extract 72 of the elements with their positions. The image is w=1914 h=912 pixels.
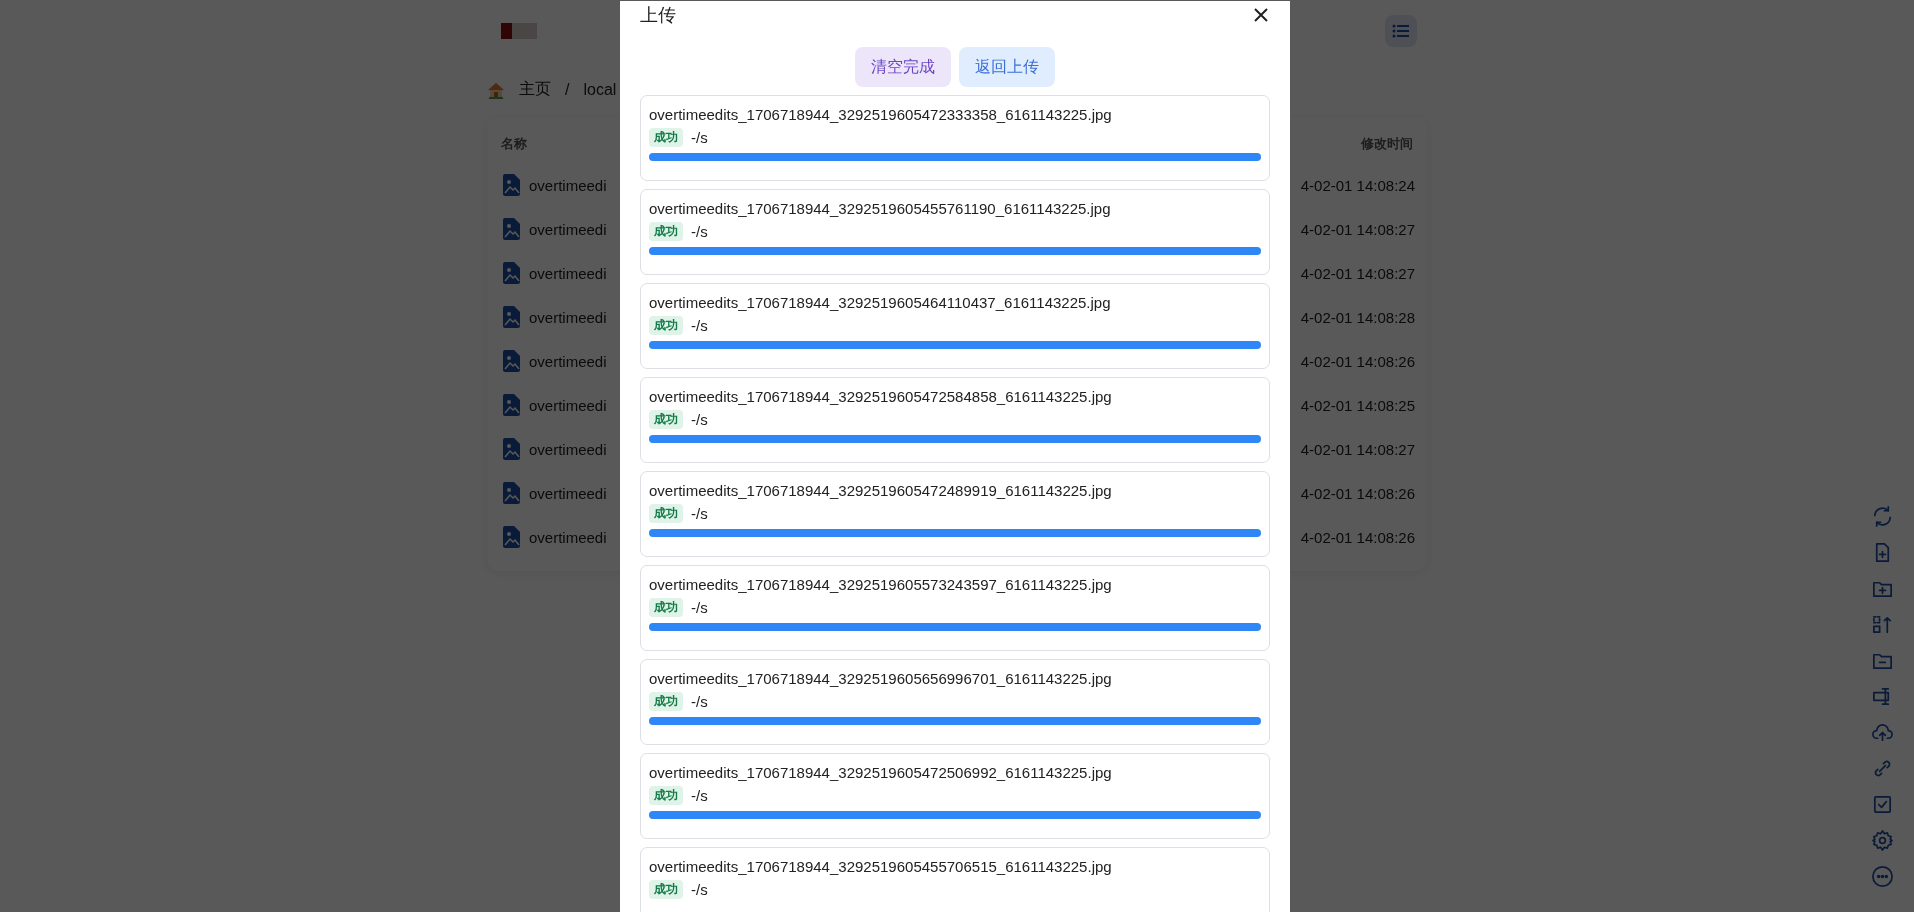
list-view-button[interactable] <box>1385 15 1417 47</box>
modified-time: 4-02-01 14:08:27 <box>1300 440 1415 458</box>
settings-icon[interactable] <box>1871 829 1894 852</box>
status-tag: 成功 <box>649 128 683 147</box>
upload-file-name: overtimeedits_1706718944_3292519605472584858_6161143225.jpg <box>649 388 1113 405</box>
status-tag: 成功 <box>649 504 683 523</box>
file-name[interactable]: overtimeedi <box>529 352 607 370</box>
status-tag: 成功 <box>649 598 683 617</box>
file-name[interactable]: overtimeedi <box>529 440 607 458</box>
modified-time: 4-02-01 14:08:26 <box>1300 484 1415 502</box>
file-name[interactable]: overtimeedi <box>529 528 607 546</box>
dialog-title: 上传 <box>640 4 676 27</box>
column-header: 名称 <box>501 135 527 153</box>
back-to-upload-button[interactable]: 返回上传 <box>959 47 1055 87</box>
file-name[interactable]: overtimeedi <box>529 396 607 414</box>
modified-time: 4-02-01 14:08:27 <box>1300 264 1415 282</box>
file-name[interactable]: overtimeedi <box>529 308 607 326</box>
upload-speed: -/s <box>691 411 708 428</box>
clear-completed-button[interactable]: 清空完成 <box>855 47 951 87</box>
upload-speed: -/s <box>691 505 708 522</box>
modified-time: 4-02-01 14:08:26 <box>1300 528 1415 546</box>
status-tag: 成功 <box>649 410 683 429</box>
upload-file-name: overtimeedits_1706718944_3292519605464110437_6161143225.jpg <box>649 294 1112 311</box>
upload-file-name: overtimeedits_1706718944_3292519605472506992_6161143225.jpg <box>649 764 1113 781</box>
image-file-icon <box>501 482 521 504</box>
home-icon <box>487 80 505 99</box>
file-name[interactable]: overtimeedi <box>529 264 607 282</box>
upload-file-name: overtimeedits_1706718944_3292519605656996701_6161143225.jpg <box>649 670 1113 687</box>
upload-file-name: overtimeedits_1706718944_3292519605455706515_6161143225.jpg <box>649 858 1113 875</box>
image-file-icon <box>501 218 521 240</box>
upload-file-name: overtimeedits_1706718944_3292519605455761190_6161143225.jpg <box>649 200 1112 217</box>
modified-time: 4-02-01 14:08:24 <box>1300 176 1415 194</box>
upload-speed: -/s <box>691 881 708 898</box>
cloud-upload-icon[interactable] <box>1871 721 1894 744</box>
file-name[interactable]: overtimeedi <box>529 484 607 502</box>
column-header: 修改时间 <box>1361 135 1413 153</box>
refresh-icon[interactable] <box>1871 505 1894 528</box>
status-tag: 成功 <box>649 222 683 241</box>
file-name[interactable]: overtimeedi <box>529 220 607 238</box>
image-file-icon <box>501 174 521 196</box>
status-tag: 成功 <box>649 692 683 711</box>
image-file-icon <box>501 394 521 416</box>
image-file-icon <box>501 306 521 328</box>
upload-file-name: overtimeedits_1706718944_3292519605472489919_6161143225.jpg <box>649 482 1113 499</box>
image-file-icon <box>501 262 521 284</box>
close-button[interactable] <box>1254 7 1270 23</box>
upload-speed: -/s <box>691 599 708 616</box>
upload-speed: -/s <box>691 317 708 334</box>
status-tag: 成功 <box>649 880 683 899</box>
status-tag: 成功 <box>649 316 683 335</box>
image-file-icon <box>501 350 521 372</box>
breadcrumb-separator: / <box>565 80 570 99</box>
status-tag: 成功 <box>649 786 683 805</box>
breadcrumb-link[interactable]: 主页 <box>519 79 551 100</box>
upload-speed: -/s <box>691 223 708 240</box>
image-file-icon <box>501 438 521 460</box>
modified-time: 4-02-01 14:08:28 <box>1300 308 1415 326</box>
upload-file-name: overtimeedits_1706718944_3292519605472333358_6161143225.jpg <box>649 106 1113 123</box>
checkbox-icon[interactable] <box>1871 793 1894 816</box>
more-icon[interactable] <box>1871 865 1894 888</box>
modified-time: 4-02-01 14:08:25 <box>1300 396 1415 414</box>
upload-speed: -/s <box>691 787 708 804</box>
upload-speed: -/s <box>691 129 708 146</box>
select-upload-icon[interactable] <box>1871 613 1894 636</box>
modified-time: 4-02-01 14:08:27 <box>1300 220 1415 238</box>
image-file-icon <box>501 526 521 548</box>
breadcrumb-link[interactable]: local <box>583 80 617 99</box>
upload-speed: -/s <box>691 693 708 710</box>
modified-time: 4-02-01 14:08:26 <box>1300 352 1415 370</box>
file-name[interactable]: overtimeedi <box>529 176 607 194</box>
logo-placeholder <box>501 23 537 39</box>
upload-file-name: overtimeedits_1706718944_3292519605573243597_6161143225.jpg <box>649 576 1113 593</box>
